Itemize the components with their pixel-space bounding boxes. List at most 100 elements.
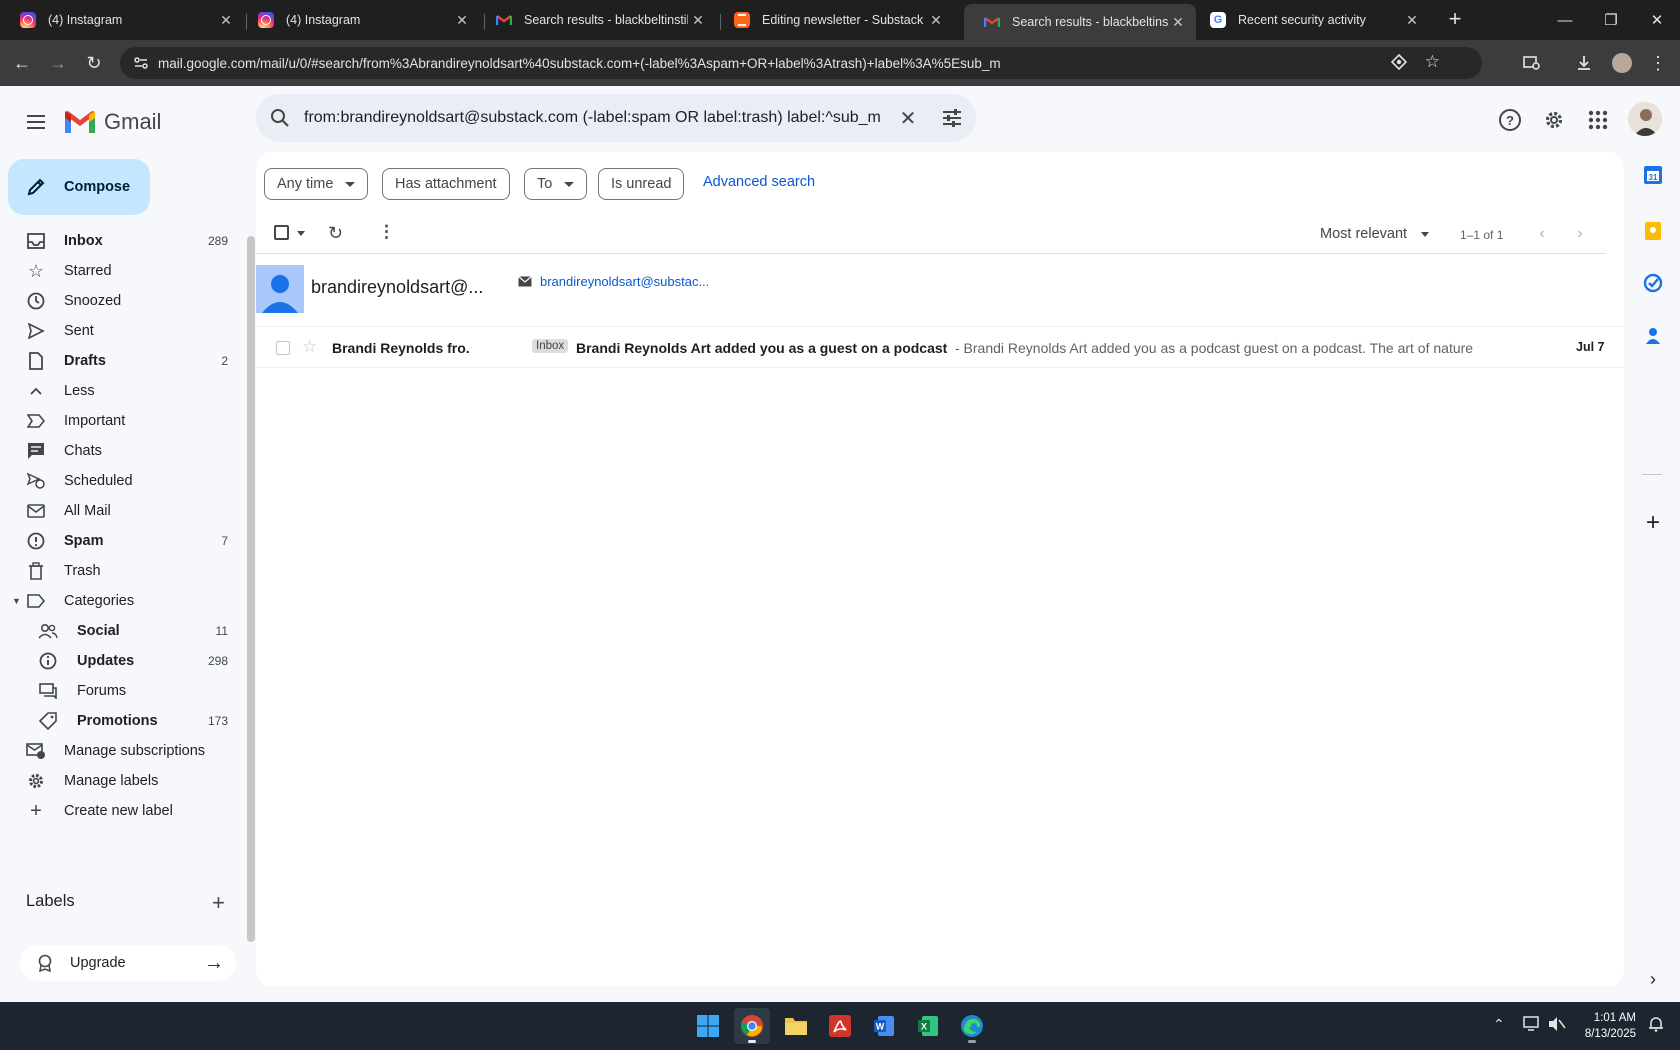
show-side-panel-icon[interactable]: ›: [1642, 968, 1664, 990]
forward-button[interactable]: →: [44, 49, 72, 77]
clear-search-icon[interactable]: ✕: [886, 106, 930, 131]
sidebar-item-all-mail[interactable]: All Mail: [0, 496, 236, 526]
select-dropdown-icon[interactable]: [297, 231, 305, 236]
sidebar-item-chats[interactable]: Chats: [0, 436, 236, 466]
sidebar-item-trash[interactable]: Trash: [0, 556, 236, 586]
sidebar-item-manage-subscriptions[interactable]: Manage subscriptions: [0, 736, 236, 766]
browser-tab[interactable]: Search results - blackbeltinstile ✕: [476, 4, 716, 36]
has-attachment-filter[interactable]: Has attachment: [382, 168, 510, 200]
browser-tab[interactable]: (4) Instagram ✕: [0, 4, 244, 36]
new-tab-button[interactable]: +: [1443, 8, 1467, 32]
sidebar-item-inbox[interactable]: Inbox 289: [0, 226, 236, 256]
older-page-icon[interactable]: ›: [1570, 224, 1590, 244]
expand-arrow-icon[interactable]: ▼: [12, 596, 21, 606]
newer-page-icon[interactable]: ‹: [1532, 224, 1552, 244]
close-window-button[interactable]: ✕: [1634, 0, 1680, 40]
chrome-taskbar-icon[interactable]: [734, 1008, 770, 1044]
is-unread-filter[interactable]: Is unread: [598, 168, 685, 200]
browser-tab[interactable]: Editing newsletter - Substack ✕: [714, 4, 954, 36]
close-tab-icon[interactable]: ✕: [216, 10, 236, 30]
account-avatar[interactable]: [1628, 102, 1662, 136]
star-toggle-icon[interactable]: ☆: [302, 337, 317, 357]
upgrade-button[interactable]: Upgrade →: [20, 945, 236, 981]
calendar-icon[interactable]: 31: [1642, 164, 1664, 186]
network-icon[interactable]: [1523, 1016, 1541, 1035]
contact-result[interactable]: brandireynoldsart@... brandireynoldsart@…: [256, 255, 1624, 327]
mail-search-bar[interactable]: from:brandireynoldsart@substack.com (-la…: [256, 94, 976, 142]
get-add-ons-icon[interactable]: +: [1642, 509, 1664, 536]
reload-button[interactable]: ↻: [80, 49, 108, 77]
advanced-search-link[interactable]: Advanced search: [703, 174, 815, 190]
search-icon[interactable]: [256, 108, 304, 128]
tasks-icon[interactable]: [1642, 272, 1664, 294]
sidebar-item-starred[interactable]: ☆ Starred: [0, 256, 236, 286]
file-explorer-icon[interactable]: [778, 1008, 814, 1044]
word-icon[interactable]: W: [866, 1008, 902, 1044]
sidebar-item-social[interactable]: Social 11: [0, 616, 236, 646]
show-hidden-icons-icon[interactable]: ⌃: [1493, 1016, 1505, 1033]
back-button[interactable]: ←: [8, 49, 36, 77]
settings-gear-icon[interactable]: [1534, 100, 1574, 140]
browser-tab-active[interactable]: Search results - blackbeltinstile ✕: [964, 4, 1196, 40]
main-menu-button[interactable]: [18, 104, 54, 140]
restore-button[interactable]: ❐: [1588, 0, 1634, 40]
sort-select[interactable]: Most relevant: [1320, 226, 1430, 242]
system-clock[interactable]: 1:01 AM 8/13/2025: [1570, 1010, 1636, 1042]
sidebar-item-create-label[interactable]: + Create new label: [0, 796, 236, 826]
sidebar-scrollbar[interactable]: [247, 236, 255, 942]
sidebar-item-snoozed[interactable]: Snoozed: [0, 286, 236, 316]
sidebar-item-promotions[interactable]: Promotions 173: [0, 706, 236, 736]
address-bar[interactable]: mail.google.com/mail/u/0/#search/from%3A…: [120, 47, 1482, 79]
close-tab-icon[interactable]: ✕: [688, 10, 708, 30]
volume-icon[interactable]: [1548, 1016, 1566, 1035]
sidebar-item-manage-labels[interactable]: Manage labels: [0, 766, 236, 796]
bookmark-star-icon[interactable]: ☆: [1425, 52, 1440, 72]
lens-icon[interactable]: [1390, 53, 1408, 76]
inbox-icon: [26, 231, 46, 251]
help-icon[interactable]: ?: [1490, 100, 1530, 140]
add-label-button[interactable]: +: [212, 890, 225, 916]
more-options-icon[interactable]: ⋮: [378, 222, 395, 242]
contacts-icon[interactable]: [1642, 324, 1664, 346]
table-row[interactable]: ☆ Brandi Reynolds fro. Inbox Brandi Reyn…: [256, 328, 1624, 368]
sidebar-item-important[interactable]: Important: [0, 406, 236, 436]
any-time-filter[interactable]: Any time: [264, 168, 369, 200]
search-input[interactable]: from:brandireynoldsart@substack.com (-la…: [304, 109, 886, 127]
keep-icon[interactable]: [1642, 220, 1664, 242]
google-apps-icon[interactable]: [1578, 100, 1618, 140]
sidebar-item-forums[interactable]: Forums: [0, 676, 236, 706]
sidebar-item-categories[interactable]: ▼ Categories: [0, 586, 236, 616]
sidebar-item-scheduled[interactable]: Scheduled: [0, 466, 236, 496]
sidebar-item-less[interactable]: Less: [0, 376, 236, 406]
site-info-icon[interactable]: [126, 55, 156, 71]
gmail-logo[interactable]: Gmail: [64, 106, 161, 138]
sidebar-item-updates[interactable]: Updates 298: [0, 646, 236, 676]
close-tab-icon[interactable]: ✕: [1402, 10, 1422, 30]
inbox-label-badge[interactable]: Inbox: [532, 339, 569, 353]
acrobat-icon[interactable]: [822, 1008, 858, 1044]
reading-list-icon[interactable]: [1518, 49, 1546, 77]
edge-icon[interactable]: [954, 1008, 990, 1044]
close-tab-icon[interactable]: ✕: [452, 10, 472, 30]
excel-icon[interactable]: X: [910, 1008, 946, 1044]
notifications-icon[interactable]: [1648, 1016, 1664, 1035]
sidebar-item-drafts[interactable]: Drafts 2: [0, 346, 236, 376]
download-icon[interactable]: [1570, 49, 1598, 77]
compose-button[interactable]: Compose: [8, 159, 150, 215]
sidebar-item-sent[interactable]: Sent: [0, 316, 236, 346]
close-tab-icon[interactable]: ✕: [1168, 12, 1188, 32]
more-menu-icon[interactable]: ⋮: [1644, 49, 1672, 77]
row-checkbox[interactable]: [276, 341, 290, 355]
select-all-checkbox[interactable]: [274, 225, 289, 240]
to-filter[interactable]: To: [524, 168, 588, 200]
browser-tab[interactable]: G Recent security activity ✕: [1190, 4, 1430, 36]
profile-avatar[interactable]: [1608, 49, 1636, 77]
sidebar-item-spam[interactable]: Spam 7: [0, 526, 236, 556]
windows-start-icon[interactable]: [690, 1008, 726, 1044]
minimize-button[interactable]: —: [1542, 0, 1588, 40]
contact-email-link[interactable]: brandireynoldsart@substac...: [518, 274, 709, 289]
close-tab-icon[interactable]: ✕: [926, 10, 946, 30]
browser-tab[interactable]: (4) Instagram ✕: [238, 4, 480, 36]
search-options-icon[interactable]: [930, 109, 974, 127]
refresh-icon[interactable]: ↻: [328, 223, 343, 244]
